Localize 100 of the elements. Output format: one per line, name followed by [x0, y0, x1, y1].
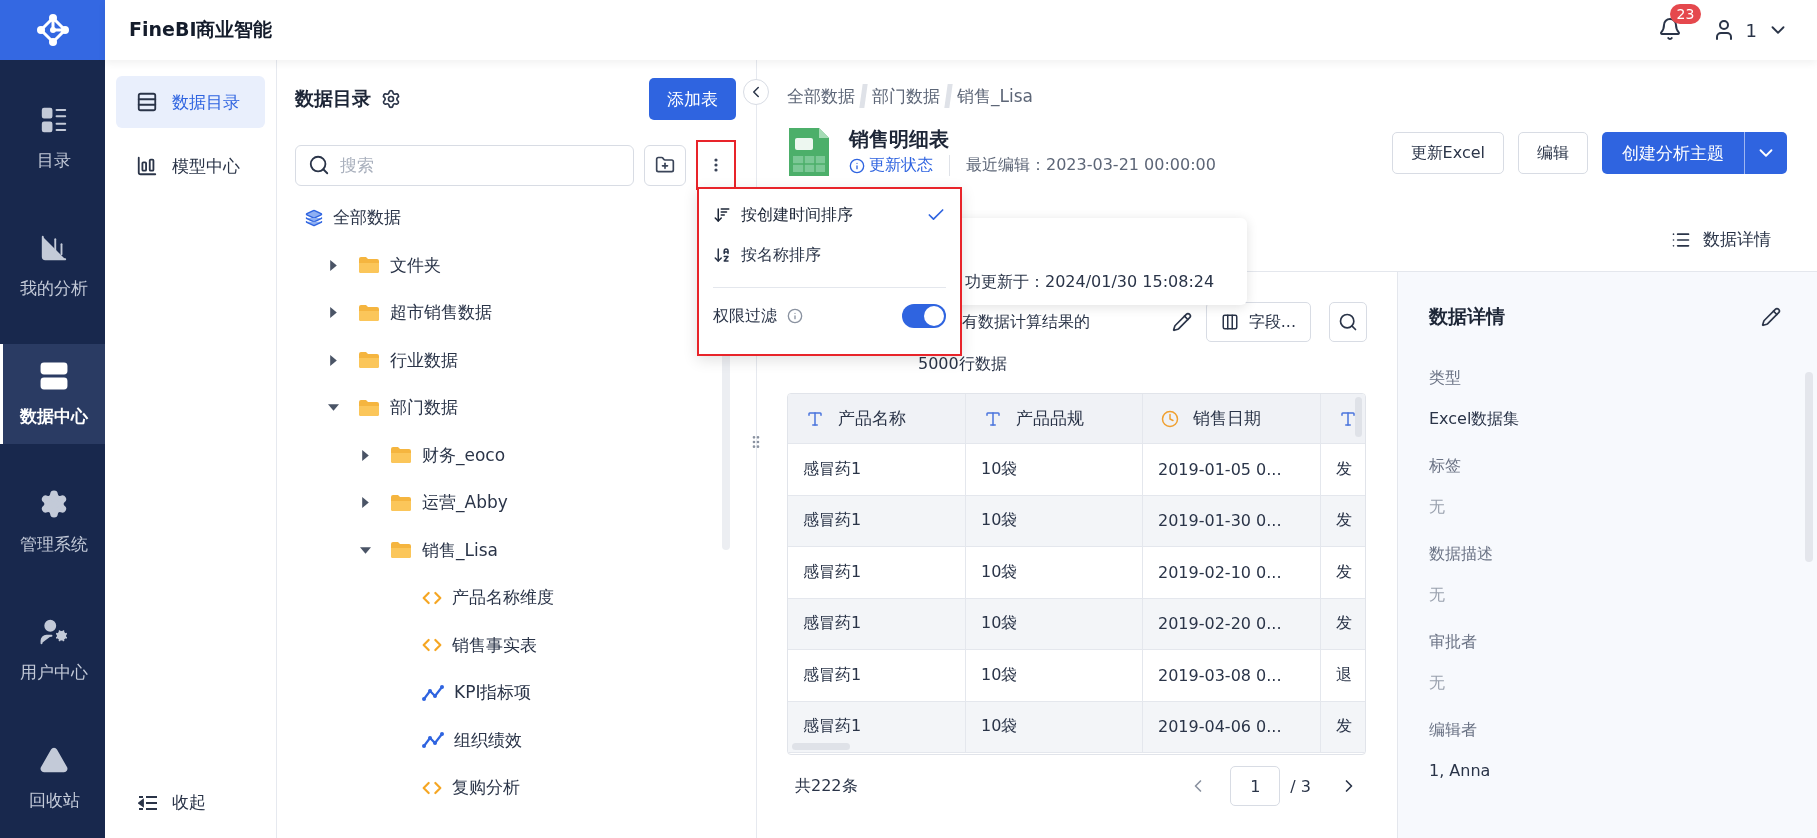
nav-item[interactable]: 我的分析 [0, 216, 105, 316]
tree-item[interactable]: 组织绩效 [305, 716, 522, 764]
nav-item[interactable]: 用户中心 [0, 600, 105, 700]
spreadsheet-file-icon [787, 126, 831, 178]
search-field[interactable]: 搜索 [295, 144, 634, 186]
tree-item[interactable]: 产品名称维度 [305, 574, 554, 622]
column-header[interactable]: 产品品规 [966, 394, 1143, 443]
breadcrumb-link[interactable]: 部门数据 [872, 84, 940, 108]
menu-item[interactable]: 按创建时间排序 [713, 195, 946, 235]
page-input[interactable]: 1 [1230, 766, 1281, 806]
tree-item[interactable]: KPI指标项 [305, 669, 532, 717]
caret-right-icon[interactable] [328, 354, 339, 366]
tree-item[interactable]: 复购分析 [305, 764, 520, 812]
detail-value: Excel数据集 [1429, 409, 1521, 430]
detail-label: 编辑者 [1429, 720, 1478, 741]
collapse-link[interactable]: 收起 [116, 791, 265, 814]
table-cell: 10袋 [966, 444, 1143, 495]
nav-item[interactable]: 数据中心 [0, 344, 105, 444]
tree-item[interactable]: 运营_Abby [305, 479, 508, 527]
table-cell: 感冒药1 [788, 650, 966, 701]
nav-item[interactable]: 管理系统 [0, 472, 105, 572]
edit-icon[interactable] [1171, 312, 1192, 332]
table-cell: 2019-01-05 0... [1143, 444, 1321, 495]
search-icon [308, 154, 330, 176]
details-title: 数据详情 [1429, 304, 1505, 329]
toggle-knob [924, 306, 944, 326]
nav-item[interactable]: 目录 [0, 88, 105, 188]
table-cell: 10袋 [966, 598, 1143, 649]
tree-item[interactable]: 销售事实表 [305, 621, 537, 669]
create-analysis-button[interactable]: 创建分析主题 [1602, 132, 1745, 174]
search-icon [1338, 312, 1358, 332]
tree-item[interactable]: 财务_eoco [305, 431, 506, 479]
caret-right-icon[interactable] [360, 497, 371, 509]
folder-plus-icon [654, 155, 675, 175]
user-name: 1 [1745, 19, 1757, 41]
detail-label: 审批者 [1429, 632, 1478, 653]
tree-item[interactable]: 销售_Lisa [305, 526, 498, 574]
tree-item[interactable]: 全部数据 [305, 194, 401, 242]
subnav-item[interactable]: 模型中心 [116, 140, 265, 192]
settings-icon[interactable] [381, 89, 401, 109]
breadcrumb-link[interactable]: 销售_Lisa [957, 84, 1033, 108]
table-cell: 10袋 [966, 495, 1143, 546]
toolbar-button[interactable]: 更新Excel [1391, 132, 1504, 174]
layers-icon [305, 208, 323, 227]
folder-icon [358, 256, 380, 275]
caret-down-icon[interactable] [360, 544, 371, 556]
toolbar-button[interactable]: 编辑 [1518, 132, 1588, 174]
tree-item[interactable]: 文件夹 [305, 241, 441, 289]
detail-value: 无 [1429, 585, 1446, 606]
preview-summary: 5000行数据 [917, 354, 1008, 375]
tree-item[interactable]: 部门数据 [305, 384, 458, 432]
tree-item[interactable]: 行业数据 [305, 336, 458, 384]
page-count: / 3 [1290, 776, 1311, 796]
caret-down-icon[interactable] [328, 402, 339, 414]
table-cell: 10袋 [966, 701, 1143, 752]
folder-icon [390, 541, 412, 560]
table-cell: 2019-03-08 0... [1143, 650, 1321, 701]
add-table-button[interactable]: 添加表 [649, 78, 736, 120]
edit-icon[interactable] [1761, 307, 1781, 327]
subnav-item[interactable]: 数据目录 [116, 76, 265, 128]
preview-summary: 有数据计算结果的 [962, 311, 1090, 333]
nav-icon [39, 360, 69, 391]
collapse-panel-button[interactable] [743, 79, 769, 105]
new-folder-button[interactable] [643, 144, 687, 186]
tooltip-text: 功更新于：2024/01/30 15:08:24 [965, 272, 1215, 293]
detail-value: 1, Anna [1429, 761, 1492, 780]
caret-right-icon[interactable] [360, 449, 371, 461]
last-edit-time: 最近编辑：2023-03-21 00:00:00 [949, 155, 1216, 176]
column-header[interactable]: 产品名称 [788, 394, 966, 443]
details-tab[interactable]: 数据详情 [1671, 228, 1787, 251]
text-type-icon [1339, 409, 1357, 428]
more-icon [714, 158, 719, 172]
table-cell: 2019-01-30 0... [1143, 495, 1321, 546]
fields-button[interactable]: 字段... [1205, 302, 1311, 342]
bell-icon[interactable] [1657, 17, 1682, 41]
create-analysis-split-button[interactable]: 创建分析主题 [1602, 132, 1787, 174]
table-cell: 感冒药1 [788, 547, 966, 598]
table-cell: 2019-04-06 0... [1143, 701, 1321, 752]
total-count: 共222条 [795, 775, 859, 797]
user-menu[interactable]: 1 [1711, 18, 1789, 42]
nav-item[interactable]: 回收站 [0, 728, 105, 828]
breadcrumb-link[interactable]: 全部数据 [787, 84, 855, 108]
caret-right-icon[interactable] [328, 307, 339, 319]
update-status-link[interactable]: 更新状态 [849, 155, 933, 176]
column-header[interactable]: 销售日期 [1143, 394, 1321, 443]
subnav-icon [136, 91, 158, 113]
tree-item[interactable]: 超市销售数据 [305, 289, 492, 337]
menu-item[interactable]: 按名称排序 [713, 235, 946, 275]
table-cell: 10袋 [966, 547, 1143, 598]
search-button[interactable] [1329, 302, 1367, 342]
search-input[interactable]: 搜索 [338, 154, 598, 176]
breadcrumb-separator [859, 84, 868, 108]
toggle-switch[interactable] [902, 304, 946, 328]
clock-icon [1161, 409, 1179, 428]
filter-label: 权限过滤 [713, 305, 777, 327]
caret-right-icon[interactable] [328, 259, 339, 271]
scrollbar-thumb[interactable] [1355, 397, 1362, 437]
sort-icon [713, 206, 731, 224]
more-button[interactable] [696, 140, 736, 190]
subnav-icon [136, 155, 158, 177]
